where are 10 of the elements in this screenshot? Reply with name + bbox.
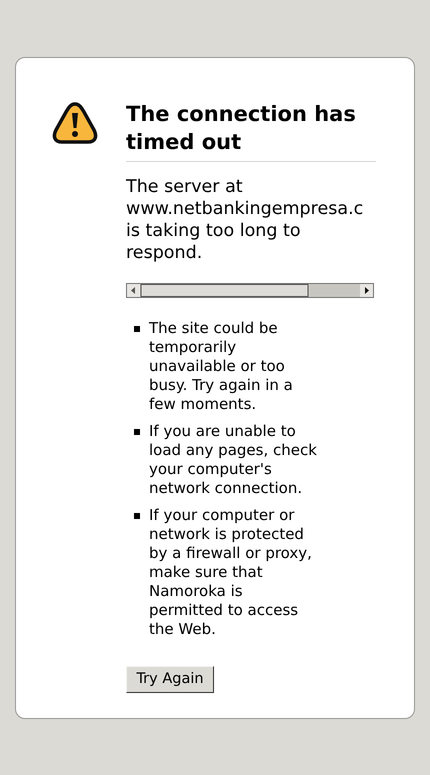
suggestion-text: If you are unable to load any pages, check your computer's network connection. bbox=[149, 422, 318, 498]
try-again-button[interactable]: Try Again bbox=[126, 666, 214, 693]
suggestion-text: The site could be temporarily unavailable or too busy. Try again in a few moments. bbox=[149, 319, 294, 414]
error-title: The connection has timed out bbox=[126, 100, 376, 162]
error-message: The server at www.netbankingempresa.c is taking too long to respond. bbox=[126, 176, 364, 264]
bullet-icon bbox=[134, 326, 140, 332]
suggestion-text: If your computer or network is protected by a firewall or proxy, make sure that Namoroka is permitted to access the Web. bbox=[149, 506, 313, 639]
bullet-icon bbox=[134, 429, 140, 435]
bullet-icon bbox=[134, 513, 140, 519]
warning-icon bbox=[51, 101, 99, 145]
